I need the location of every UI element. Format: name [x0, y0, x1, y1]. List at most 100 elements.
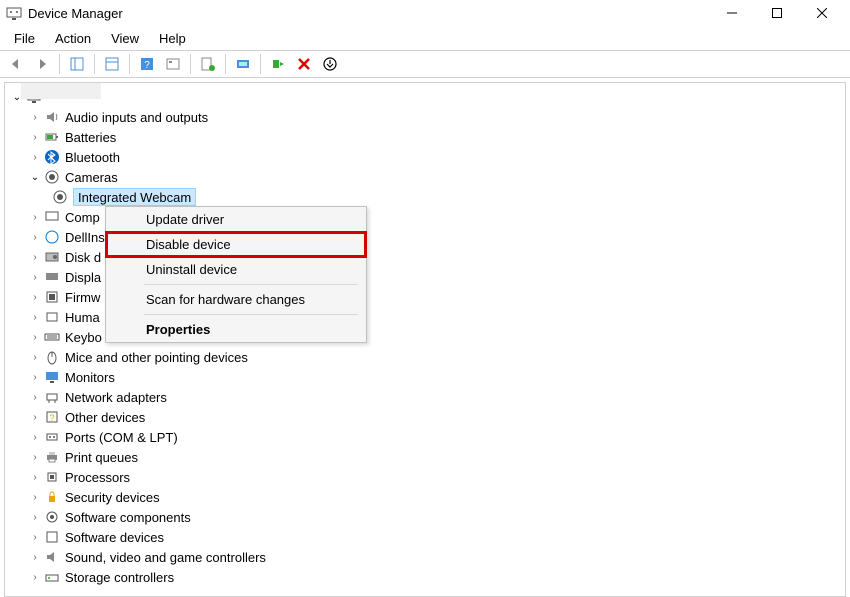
- ctx-uninstall-device[interactable]: Uninstall device: [106, 257, 366, 282]
- chevron-right-icon[interactable]: ›: [29, 212, 41, 223]
- ctx-scan-hardware[interactable]: Scan for hardware changes: [106, 287, 366, 312]
- chevron-down-icon[interactable]: ⌄: [29, 172, 41, 183]
- category-label: Monitors: [65, 370, 115, 385]
- action-tool-button[interactable]: [161, 52, 185, 76]
- minimize-button[interactable]: [709, 0, 754, 26]
- tree-category-network[interactable]: › Network adapters: [5, 387, 845, 407]
- tree-category-cameras[interactable]: ⌄ Cameras: [5, 167, 845, 187]
- bluetooth-icon: [43, 148, 61, 166]
- title-bar: Device Manager: [0, 0, 850, 26]
- chevron-right-icon[interactable]: ›: [29, 512, 41, 523]
- chevron-right-icon[interactable]: ›: [29, 152, 41, 163]
- tree-category-ports[interactable]: › Ports (COM & LPT): [5, 427, 845, 447]
- tree-item-integrated-webcam[interactable]: Integrated Webcam: [5, 187, 845, 207]
- tree-category-security[interactable]: › Security devices: [5, 487, 845, 507]
- tree-category-print[interactable]: › Print queues: [5, 447, 845, 467]
- chevron-right-icon[interactable]: ›: [29, 412, 41, 423]
- chevron-right-icon[interactable]: ›: [29, 432, 41, 443]
- back-button[interactable]: [4, 52, 28, 76]
- properties-button[interactable]: [100, 52, 124, 76]
- tree-category-other[interactable]: › ? Other devices: [5, 407, 845, 427]
- menu-help[interactable]: Help: [149, 29, 196, 48]
- tree-category-mice[interactable]: › Mice and other pointing devices: [5, 347, 845, 367]
- tree-category-processors[interactable]: › Processors: [5, 467, 845, 487]
- category-label: Disk d: [65, 250, 101, 265]
- tree-category-bluetooth[interactable]: › Bluetooth: [5, 147, 845, 167]
- show-hide-console-tree-button[interactable]: [65, 52, 89, 76]
- category-label: Network adapters: [65, 390, 167, 405]
- sound-icon: [43, 548, 61, 566]
- device-label: Integrated Webcam: [78, 190, 191, 205]
- category-label: Batteries: [65, 130, 116, 145]
- chevron-right-icon[interactable]: ›: [29, 372, 41, 383]
- tree-category-software-components[interactable]: › Software components: [5, 507, 845, 527]
- app-icon: [6, 5, 22, 21]
- category-label: Mice and other pointing devices: [65, 350, 248, 365]
- hid-icon: [43, 308, 61, 326]
- chevron-right-icon[interactable]: ›: [29, 312, 41, 323]
- audio-icon: [43, 108, 61, 126]
- chevron-right-icon[interactable]: ›: [29, 392, 41, 403]
- category-label: Software components: [65, 510, 191, 525]
- menu-action[interactable]: Action: [45, 29, 101, 48]
- chevron-right-icon[interactable]: ›: [29, 112, 41, 123]
- tree-category-audio[interactable]: › Audio inputs and outputs: [5, 107, 845, 127]
- menu-view[interactable]: View: [101, 29, 149, 48]
- printer-icon: [43, 448, 61, 466]
- category-label: Security devices: [65, 490, 160, 505]
- category-label: Audio inputs and outputs: [65, 110, 208, 125]
- toolbar: ?: [0, 50, 850, 78]
- category-label: Storage controllers: [65, 570, 174, 585]
- category-label: Processors: [65, 470, 130, 485]
- tree-category-monitors[interactable]: › Monitors: [5, 367, 845, 387]
- chevron-right-icon[interactable]: ›: [29, 232, 41, 243]
- cpu-icon: [43, 468, 61, 486]
- svg-text:?: ?: [49, 413, 54, 423]
- maximize-button[interactable]: [754, 0, 799, 26]
- category-label: Ports (COM & LPT): [65, 430, 178, 445]
- chevron-right-icon[interactable]: ›: [29, 132, 41, 143]
- dell-icon: [43, 228, 61, 246]
- disable-device-button[interactable]: [318, 52, 342, 76]
- tree-category-software-devices[interactable]: › Software devices: [5, 527, 845, 547]
- ctx-separator: [144, 314, 358, 315]
- keyboard-icon: [43, 328, 61, 346]
- chevron-right-icon[interactable]: ›: [29, 532, 41, 543]
- root-node[interactable]: ⌄: [5, 87, 845, 107]
- storage-icon: [43, 568, 61, 586]
- chevron-right-icon[interactable]: ›: [29, 552, 41, 563]
- menu-file[interactable]: File: [4, 29, 45, 48]
- chevron-right-icon[interactable]: ›: [29, 572, 41, 583]
- scan-hardware-button[interactable]: [231, 52, 255, 76]
- forward-button[interactable]: [30, 52, 54, 76]
- category-label: Displa: [65, 270, 101, 285]
- camera-icon: [43, 168, 61, 186]
- update-driver-button[interactable]: [196, 52, 220, 76]
- chevron-right-icon[interactable]: ›: [29, 472, 41, 483]
- uninstall-device-button[interactable]: [292, 52, 316, 76]
- port-icon: [43, 428, 61, 446]
- category-label: Bluetooth: [65, 150, 120, 165]
- computer-icon: [43, 208, 61, 226]
- tree-category-storage[interactable]: › Storage controllers: [5, 567, 845, 587]
- ctx-update-driver[interactable]: Update driver: [106, 207, 366, 232]
- software-icon: [43, 528, 61, 546]
- chevron-right-icon[interactable]: ›: [29, 252, 41, 263]
- enable-device-button[interactable]: [266, 52, 290, 76]
- chevron-right-icon[interactable]: ›: [29, 492, 41, 503]
- tree-category-batteries[interactable]: › Batteries: [5, 127, 845, 147]
- help-button[interactable]: ?: [135, 52, 159, 76]
- chevron-right-icon[interactable]: ›: [29, 452, 41, 463]
- display-adapter-icon: [43, 268, 61, 286]
- close-button[interactable]: [799, 0, 844, 26]
- chevron-right-icon[interactable]: ›: [29, 292, 41, 303]
- ctx-separator: [144, 284, 358, 285]
- chevron-right-icon[interactable]: ›: [29, 352, 41, 363]
- tree-category-sound[interactable]: › Sound, video and game controllers: [5, 547, 845, 567]
- chevron-right-icon[interactable]: ›: [29, 332, 41, 343]
- chevron-right-icon[interactable]: ›: [29, 272, 41, 283]
- ctx-properties[interactable]: Properties: [106, 317, 366, 342]
- ctx-disable-device[interactable]: Disable device: [106, 232, 366, 257]
- category-label: DellIns: [65, 230, 105, 245]
- network-icon: [43, 388, 61, 406]
